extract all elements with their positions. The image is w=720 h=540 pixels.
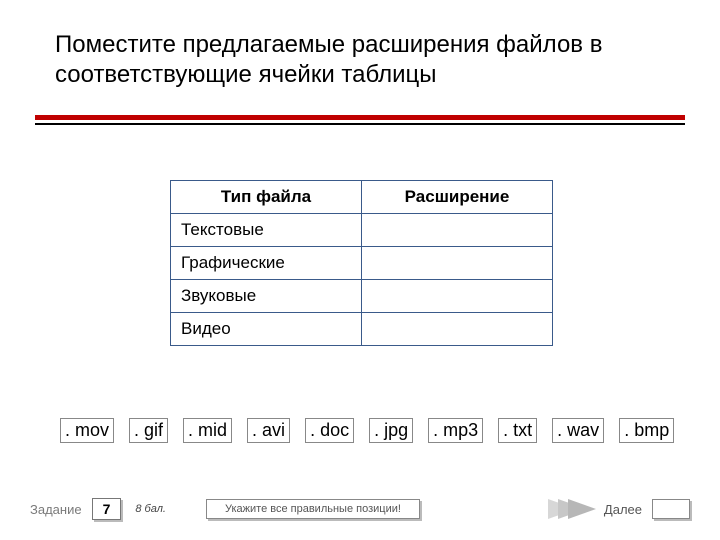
table-row: Видео bbox=[171, 313, 553, 346]
chip-mov[interactable]: . mov bbox=[60, 418, 114, 443]
cell-ext-drop[interactable] bbox=[362, 313, 553, 346]
cell-ext-drop[interactable] bbox=[362, 214, 553, 247]
slide-title: Поместите предлагаемые расширения файлов… bbox=[55, 30, 680, 90]
file-type-table: Тип файла Расширение Текстовые Графическ… bbox=[170, 180, 553, 346]
chip-jpg[interactable]: . jpg bbox=[369, 418, 413, 443]
col-header-type: Тип файла bbox=[171, 181, 362, 214]
cell-type: Текстовые bbox=[171, 214, 362, 247]
chip-mid[interactable]: . mid bbox=[183, 418, 232, 443]
table-row: Текстовые bbox=[171, 214, 553, 247]
instruction-box: Укажите все правильные позиции! bbox=[206, 499, 420, 519]
next-label: Далее bbox=[604, 502, 642, 517]
footer: Задание 7 8 бал. Укажите все правильные … bbox=[30, 498, 690, 520]
arrow-right-icon bbox=[548, 499, 596, 519]
slide: Поместите предлагаемые расширения файлов… bbox=[0, 0, 720, 540]
chip-mp3[interactable]: . mp3 bbox=[428, 418, 483, 443]
col-header-ext: Расширение bbox=[362, 181, 553, 214]
table-row: Звуковые bbox=[171, 280, 553, 313]
extension-chips: . mov . gif . mid . avi . doc . jpg . mp… bbox=[60, 418, 680, 443]
cell-type: Звуковые bbox=[171, 280, 362, 313]
next-button[interactable]: Далее bbox=[548, 499, 642, 519]
chip-wav[interactable]: . wav bbox=[552, 418, 604, 443]
cell-ext-drop[interactable] bbox=[362, 247, 553, 280]
task-label: Задание bbox=[30, 502, 82, 517]
chip-bmp[interactable]: . bmp bbox=[619, 418, 674, 443]
divider bbox=[35, 115, 685, 129]
chip-gif[interactable]: . gif bbox=[129, 418, 168, 443]
task-number: 7 bbox=[92, 498, 122, 520]
cell-type: Видео bbox=[171, 313, 362, 346]
chip-avi[interactable]: . avi bbox=[247, 418, 290, 443]
table-row: Графические bbox=[171, 247, 553, 280]
cell-type: Графические bbox=[171, 247, 362, 280]
end-box[interactable] bbox=[652, 499, 690, 519]
chip-doc[interactable]: . doc bbox=[305, 418, 354, 443]
cell-ext-drop[interactable] bbox=[362, 280, 553, 313]
chip-txt[interactable]: . txt bbox=[498, 418, 537, 443]
points-label: 8 бал. bbox=[135, 503, 166, 515]
